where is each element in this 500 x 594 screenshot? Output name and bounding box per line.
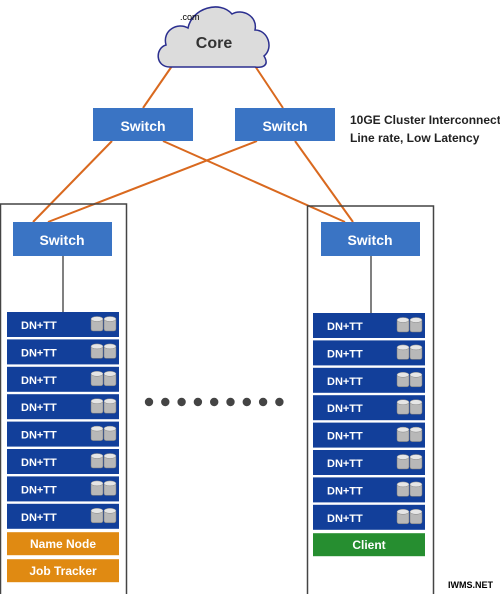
switch-label: Switch bbox=[347, 232, 392, 248]
data-node: DN+TT bbox=[7, 449, 119, 474]
ellipsis-dot bbox=[177, 397, 186, 407]
data-node: DN+TT bbox=[313, 313, 425, 338]
node-label: DN+TT bbox=[21, 430, 57, 442]
top-switch-1: Switch bbox=[93, 108, 193, 141]
ellipsis-dot bbox=[242, 397, 251, 407]
node-label: DN+TT bbox=[21, 402, 57, 414]
data-node: DN+TT bbox=[7, 394, 119, 420]
data-node: DN+TT bbox=[313, 422, 425, 448]
data-node: DN+TT bbox=[7, 339, 119, 365]
data-node: DN+TT bbox=[7, 366, 119, 392]
core-label: Core bbox=[196, 35, 233, 52]
rack-switch: Switch bbox=[321, 222, 420, 256]
rack-1: Switch DN+TT DN+TT DN+TT DN+TT DN+TT DN+TT DN+T… bbox=[0, 203, 128, 594]
node-label: DN+TT bbox=[21, 375, 57, 387]
name-node-node: Name Node bbox=[7, 532, 119, 556]
rack-switch: Switch bbox=[13, 222, 112, 256]
data-node: DN+TT bbox=[7, 421, 119, 447]
interconnect-note-line2: Line rate, Low Latency bbox=[350, 131, 480, 145]
node-label: DN+TT bbox=[21, 347, 57, 359]
ellipsis-dot bbox=[210, 397, 219, 407]
client-node: Client bbox=[313, 533, 425, 557]
rack-2: Switch DN+TT DN+TT DN+TT DN+TT DN+TT DN+TT DN+T… bbox=[306, 205, 435, 594]
node-label: Name Node bbox=[30, 537, 96, 551]
node-label: Client bbox=[352, 538, 385, 552]
ellipsis-dot bbox=[258, 397, 268, 407]
node-label: DN+TT bbox=[327, 431, 363, 443]
switch-label: Switch bbox=[39, 232, 84, 248]
ellipsis-dots bbox=[144, 397, 284, 407]
top-switch-2: Switch bbox=[235, 108, 335, 141]
data-node: DN+TT bbox=[7, 503, 119, 529]
node-label: DN+TT bbox=[327, 485, 363, 497]
node-label: Job Tracker bbox=[29, 564, 97, 578]
data-node: DN+TT bbox=[313, 504, 425, 530]
node-label: DN+TT bbox=[21, 320, 57, 332]
node-label: DN+TT bbox=[327, 348, 363, 360]
core-cloud: Core bbox=[157, 6, 270, 68]
interconnect-note-line1: 10GE Cluster Interconnect bbox=[350, 113, 500, 127]
node-label: DN+TT bbox=[327, 513, 363, 525]
watermark-bottom: IWMS.NET bbox=[448, 580, 493, 590]
data-node: DN+TT bbox=[313, 395, 425, 421]
network-links bbox=[32, 65, 354, 223]
job-tracker-node: Job Tracker bbox=[7, 559, 119, 583]
node-label: DN+TT bbox=[21, 512, 57, 524]
ellipsis-dot bbox=[193, 397, 203, 407]
cluster-diagram: Core .com Switch Switch 10GE Cluster Int… bbox=[0, 6, 500, 594]
switch-label: Switch bbox=[262, 118, 307, 134]
data-node: DN+TT bbox=[313, 477, 425, 503]
link-switch1-rack1 bbox=[32, 140, 113, 223]
link-switch2-rack1 bbox=[47, 140, 258, 223]
link-core-switch2 bbox=[254, 65, 284, 109]
watermark-top: .com bbox=[180, 12, 200, 22]
node-label: DN+TT bbox=[21, 484, 57, 496]
ellipsis-dot bbox=[226, 397, 235, 407]
data-node: DN+TT bbox=[7, 312, 119, 337]
node-label: DN+TT bbox=[327, 321, 363, 333]
node-label: DN+TT bbox=[21, 457, 57, 469]
data-node: DN+TT bbox=[313, 367, 425, 393]
link-switch2-rack2 bbox=[294, 140, 354, 223]
data-node: DN+TT bbox=[7, 476, 119, 502]
data-node: DN+TT bbox=[313, 340, 425, 366]
node-label: DN+TT bbox=[327, 376, 363, 388]
ellipsis-dot bbox=[275, 397, 284, 407]
node-label: DN+TT bbox=[327, 403, 363, 415]
switch-label: Switch bbox=[120, 118, 165, 134]
ellipsis-dot bbox=[161, 397, 170, 407]
link-core-switch1 bbox=[142, 65, 173, 109]
ellipsis-dot bbox=[144, 397, 154, 407]
data-node: DN+TT bbox=[313, 450, 425, 475]
link-switch1-rack2 bbox=[162, 140, 346, 223]
node-label: DN+TT bbox=[327, 458, 363, 470]
